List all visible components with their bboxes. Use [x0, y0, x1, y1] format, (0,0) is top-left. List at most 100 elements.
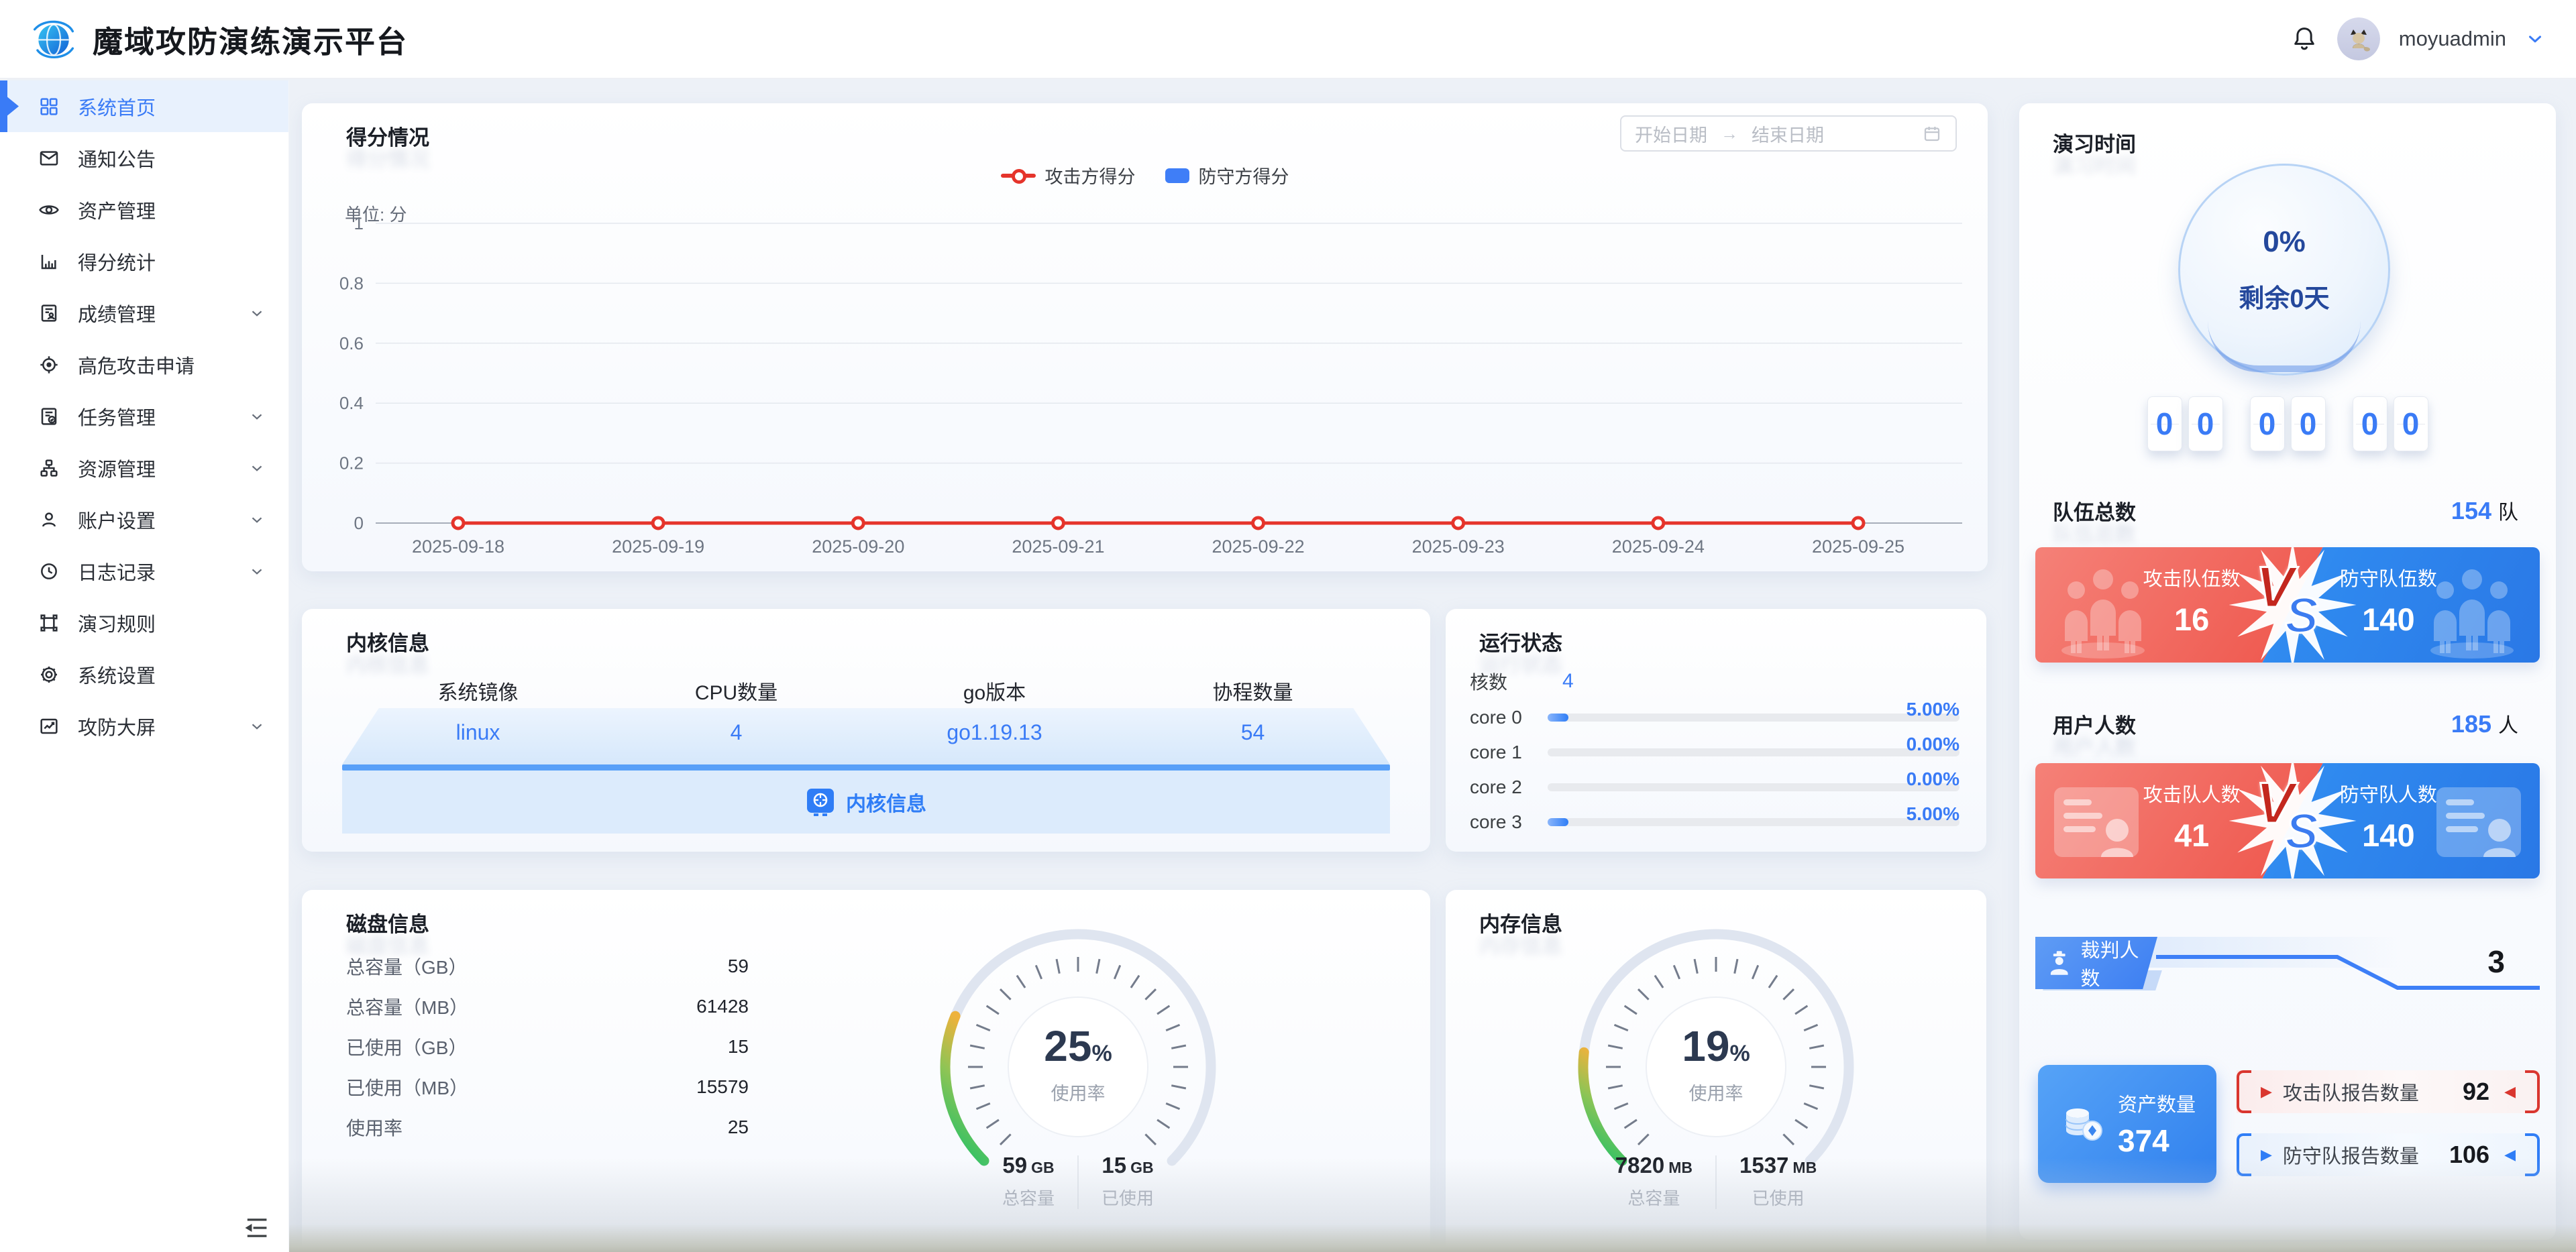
- svg-text:2025-09-22: 2025-09-22: [1212, 536, 1305, 557]
- svg-text:2025-09-20: 2025-09-20: [812, 536, 904, 557]
- sidebar-item-label: 资产管理: [78, 196, 156, 224]
- svg-text:0.4: 0.4: [339, 393, 364, 413]
- kernel-divider-bar: [342, 764, 1390, 771]
- document-check-icon: [38, 405, 60, 428]
- kernel-headers: 系统镜像 CPU数量 go版本 协程数量: [349, 676, 1382, 705]
- sidebar-item-label: 成绩管理: [78, 299, 156, 327]
- gear-icon: [38, 663, 60, 686]
- sidebar-item-label: 高危攻击申请: [78, 351, 195, 379]
- svg-text:2025-09-25: 2025-09-25: [1812, 536, 1904, 557]
- line-chart-icon: [38, 715, 60, 738]
- legend-attack[interactable]: 攻击方得分: [1001, 162, 1136, 188]
- disk-row: 使用率25: [346, 1114, 722, 1141]
- memory-usage-gauge: 19% 使用率 7820MB总容量 1537MB已使用: [1568, 919, 1864, 1235]
- arrow-left-icon: ◀: [2504, 1146, 2516, 1163]
- arrow-right-icon: ▶: [2261, 1083, 2272, 1100]
- exercise-time-title: 演习时间: [2053, 127, 2136, 158]
- sidebar-item-tasks[interactable]: 任务管理: [0, 390, 288, 442]
- bar-chart-icon: [38, 250, 60, 273]
- countdown-hours: 0 0: [2147, 396, 2223, 451]
- sidebar-item-home[interactable]: 系统首页: [0, 80, 288, 132]
- countdown-digit: 0: [2188, 396, 2223, 451]
- header-right: moyuadmin: [2290, 17, 2545, 60]
- calendar-icon: [1922, 123, 1942, 144]
- chevron-down-icon: [248, 563, 266, 580]
- chevron-down-icon: [248, 511, 266, 528]
- sidebar-item-resources[interactable]: 资源管理: [0, 442, 288, 494]
- sidebar-item-grades[interactable]: 成绩管理: [0, 287, 288, 339]
- arrow-right-icon: ▶: [2261, 1146, 2272, 1163]
- grid-icon: [38, 95, 60, 118]
- disk-row: 总容量（GB）59: [346, 953, 722, 980]
- countdown-digit: 0: [2394, 396, 2428, 451]
- sidebar-item-rules[interactable]: 演习规则: [0, 597, 288, 648]
- app-title: 魔域攻防演练演示平台: [93, 17, 408, 61]
- disk-row: 已使用（MB）15579: [346, 1074, 722, 1100]
- judges-strip: 裁判人数 3: [2035, 931, 2540, 996]
- sidebar-item-high-risk[interactable]: 高危攻击申请: [0, 339, 288, 390]
- chevron-down-icon: [248, 408, 266, 425]
- date-range-picker[interactable]: 开始日期 → 结束日期: [1620, 115, 1957, 152]
- disk-row: 已使用（GB）15: [346, 1033, 722, 1060]
- users-title: 用户人数: [2053, 709, 2136, 739]
- user-avatar[interactable]: [2337, 17, 2380, 60]
- teams-title: 队伍总数: [2053, 496, 2136, 526]
- svg-text:2025-09-21: 2025-09-21: [1012, 536, 1104, 557]
- sidebar-item-label: 得分统计: [78, 247, 156, 276]
- score-card-title: 得分情况: [346, 121, 429, 151]
- svg-text:0: 0: [354, 513, 364, 533]
- legend-defense[interactable]: 防守方得分: [1165, 162, 1289, 188]
- countdown-digit: 0: [2353, 396, 2387, 451]
- person-icon: [38, 508, 60, 531]
- app-header: 魔域攻防演练演示平台 moyuadmin: [0, 0, 2576, 79]
- right-panel: 演习时间 0% 剩余0天 0 0 0 0 0 0 队伍总数: [2019, 103, 2556, 1240]
- sidebar-collapse-button[interactable]: [241, 1216, 271, 1240]
- kernel-footer: 内核信息: [342, 771, 1390, 834]
- svg-text:1: 1: [354, 214, 364, 233]
- vs-mark: VS: [2243, 555, 2343, 655]
- sidebar-item-logs[interactable]: 日志记录: [0, 545, 288, 597]
- sidebar-item-label: 任务管理: [78, 402, 156, 431]
- users-total: 185人: [2451, 709, 2518, 738]
- assets-section: 资产数量 374 ▶ 攻击队报告数量 92 ◀ ▶ 防守队报告数量 106 ◀: [2035, 1062, 2540, 1184]
- stats-divider: [1077, 1155, 1079, 1209]
- sidebar-item-account[interactable]: 账户设置: [0, 494, 288, 545]
- disk-card: 磁盘信息 总容量（GB）59 总容量（MB）61428 已使用（GB）15 已使…: [302, 890, 1430, 1252]
- app-root: 魔域攻防演练演示平台 moyuadmin: [0, 0, 2576, 1252]
- clock-icon: [38, 560, 60, 583]
- sidebar-item-label: 系统设置: [78, 661, 156, 689]
- gauge-center-text: 25% 使用率: [930, 1021, 1226, 1105]
- svg-text:0.6: 0.6: [339, 333, 364, 353]
- sidebar-item-notice[interactable]: 通知公告: [0, 132, 288, 184]
- exercise-percent: 0%: [2263, 225, 2306, 259]
- memory-card: 内存信息 19% 使用率 7820MB总容量 1537MB已使用: [1446, 890, 1986, 1252]
- arrow-left-icon: ◀: [2504, 1083, 2516, 1100]
- vs-mark: VS: [2243, 771, 2343, 871]
- legend-rect-marker-icon: [1165, 168, 1189, 183]
- sidebar-item-label: 演习规则: [78, 609, 156, 637]
- sidebar-item-big-screen[interactable]: 攻防大屏: [0, 700, 288, 752]
- attack-report-bar: ▶ 攻击队报告数量 92 ◀: [2237, 1070, 2540, 1113]
- sidebar-item-score-stats[interactable]: 得分统计: [0, 235, 288, 287]
- stats-divider: [1715, 1155, 1717, 1209]
- main-content: 得分情况 开始日期 → 结束日期 攻击方得分 防守方得分 单位: 分 00.20…: [288, 80, 2576, 1252]
- kernel-values: linux 4 go1.19.13 54: [349, 720, 1382, 745]
- sidebar-item-settings[interactable]: 系统设置: [0, 648, 288, 700]
- status-card: 运行状态 核数 4 core 0 5.00% core 1 0.00% core…: [1446, 609, 1986, 852]
- sidebar-item-label: 通知公告: [78, 144, 156, 172]
- username[interactable]: moyuadmin: [2399, 27, 2506, 51]
- svg-text:2025-09-18: 2025-09-18: [412, 536, 504, 557]
- exercise-progress-circle: 0% 剩余0天: [2178, 164, 2390, 376]
- chevron-down-icon[interactable]: [2525, 29, 2545, 49]
- cpu-icon: [806, 787, 835, 817]
- bell-icon[interactable]: [2290, 25, 2318, 53]
- kernel-card-title: 内核信息: [346, 626, 429, 657]
- start-date-placeholder: 开始日期: [1635, 121, 1707, 147]
- svg-text:2025-09-19: 2025-09-19: [612, 536, 704, 557]
- sidebar-item-label: 日志记录: [78, 557, 156, 585]
- countdown-digit: 0: [2147, 396, 2182, 451]
- sidebar-nav: 系统首页 通知公告 资产管理 得分统计 成绩管理 高危攻击申请: [0, 80, 288, 752]
- chevron-down-icon: [248, 718, 266, 735]
- asset-value: 374: [2118, 1123, 2196, 1159]
- sidebar-item-assets[interactable]: 资产管理: [0, 184, 288, 235]
